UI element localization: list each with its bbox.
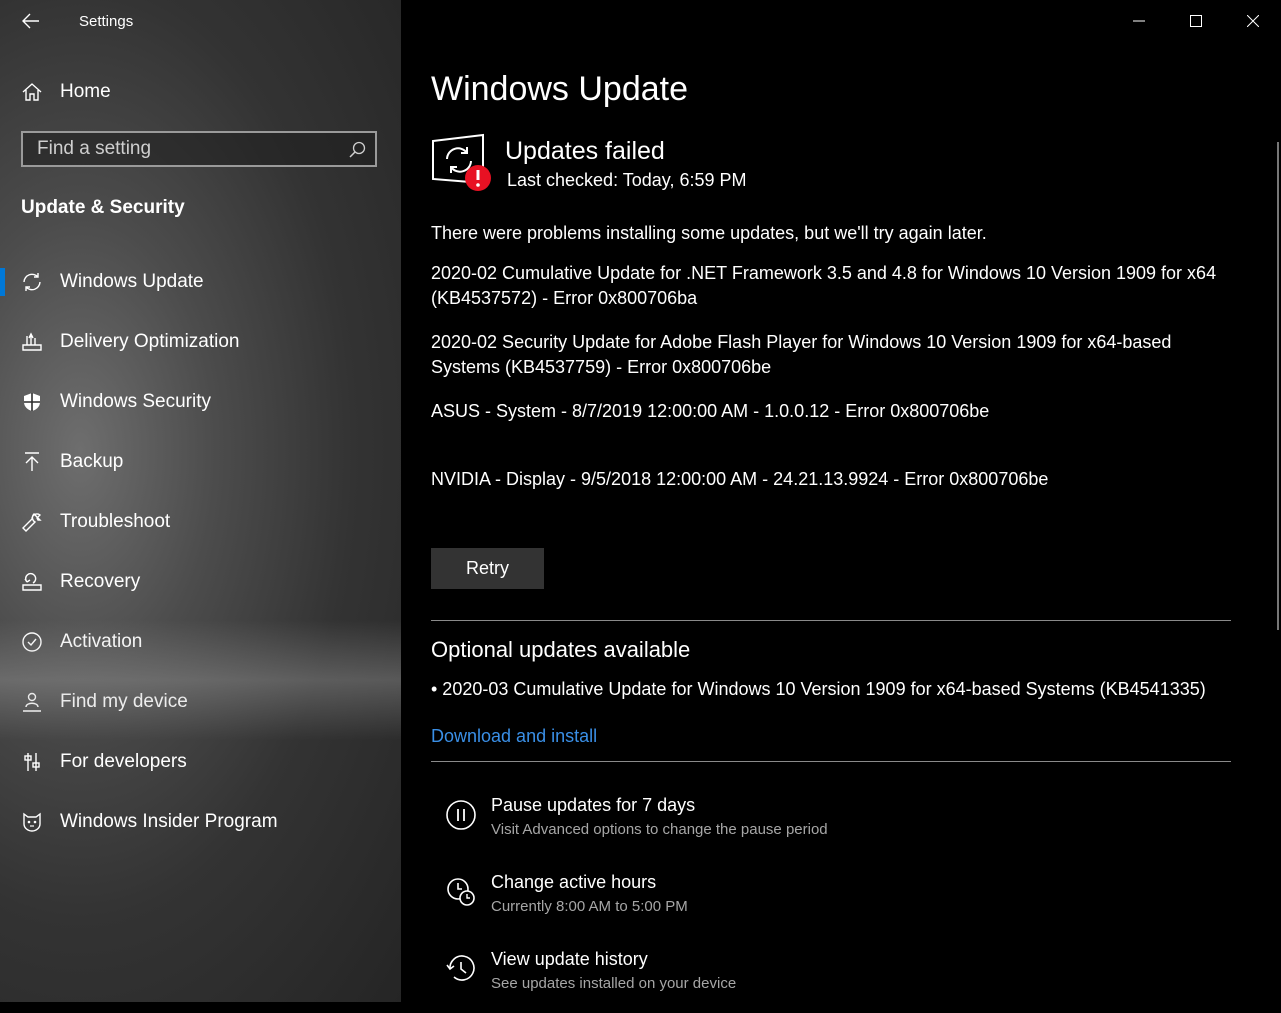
- backup-arrow-icon: [20, 450, 44, 474]
- back-button[interactable]: [16, 8, 46, 34]
- history-icon: [446, 955, 475, 981]
- page-title: Windows Update: [431, 70, 689, 108]
- sidebar: Settings Home Update & Security Windows …: [0, 0, 401, 1002]
- sidebar-item-label: Windows Security: [60, 391, 211, 412]
- download-and-install-link[interactable]: Download and install: [431, 726, 597, 747]
- sidebar-item-windows-update[interactable]: Windows Update: [0, 258, 401, 306]
- change-active-hours-option[interactable]: Change active hours Currently 8:00 AM to…: [445, 872, 1205, 936]
- sidebar-item-backup[interactable]: Backup: [0, 438, 401, 486]
- failed-update-item: ASUS - System - 8/7/2019 12:00:00 AM - 1…: [431, 401, 990, 421]
- shield-icon: [20, 390, 44, 414]
- sync-icon: [20, 270, 44, 294]
- sidebar-item-label: Troubleshoot: [60, 511, 171, 532]
- section-heading: Update & Security: [21, 197, 185, 218]
- retry-button[interactable]: Retry: [431, 548, 544, 589]
- sidebar-item-recovery[interactable]: Recovery: [0, 558, 401, 606]
- search-input[interactable]: [23, 137, 349, 161]
- option-title: Change active hours: [491, 872, 657, 892]
- nav-home[interactable]: Home: [0, 70, 401, 114]
- option-title: Pause updates for 7 days: [491, 795, 696, 815]
- main-content: Windows Update Updates failed Last check…: [401, 0, 1281, 1002]
- sidebar-item-find-my-device[interactable]: Find my device: [0, 678, 401, 726]
- minimize-icon: [1132, 20, 1145, 22]
- pause-icon: [446, 800, 476, 830]
- minimize-button[interactable]: [1110, 0, 1167, 42]
- divider: [431, 620, 1231, 621]
- developer-sliders-icon: [20, 750, 44, 774]
- sidebar-item-for-developers[interactable]: For developers: [0, 738, 401, 786]
- title-bar: Settings: [0, 0, 401, 44]
- option-subtitle: Visit Advanced options to change the pau…: [491, 821, 828, 838]
- option-title: View update history: [491, 949, 648, 969]
- option-subtitle: Currently 8:00 AM to 5:00 PM: [491, 898, 688, 915]
- close-icon: [1246, 15, 1259, 27]
- optional-update-item: • 2020-03 Cumulative Update for Windows …: [431, 679, 1206, 699]
- window-controls: [1110, 0, 1281, 42]
- nav-home-label: Home: [60, 81, 111, 102]
- wrench-icon: [20, 510, 44, 534]
- sidebar-item-troubleshoot[interactable]: Troubleshoot: [0, 498, 401, 546]
- sidebar-item-activation[interactable]: Activation: [0, 618, 401, 666]
- sidebar-item-windows-insider-program[interactable]: Windows Insider Program: [0, 798, 401, 846]
- option-subtitle: See updates installed on your device: [491, 975, 737, 992]
- problem-message: There were problems installing some upda…: [431, 223, 987, 243]
- last-checked-text: Last checked: Today, 6:59 PM: [507, 170, 747, 190]
- delivery-optimization-icon: [20, 330, 44, 354]
- sidebar-item-label: Find my device: [60, 691, 188, 712]
- person-location-icon: [20, 690, 44, 714]
- sidebar-item-label: Backup: [60, 451, 124, 472]
- status-title: Updates failed: [505, 137, 665, 165]
- sidebar-item-label: Windows Insider Program: [60, 811, 278, 832]
- insider-cat-icon: [20, 810, 44, 834]
- close-button[interactable]: [1224, 0, 1281, 42]
- failed-update-item: 2020-02 Cumulative Update for .NET Frame…: [431, 263, 1217, 308]
- sidebar-item-label: Windows Update: [60, 271, 204, 292]
- optional-updates-heading: Optional updates available: [431, 637, 691, 662]
- divider: [431, 761, 1231, 762]
- sidebar-item-label: Delivery Optimization: [60, 331, 240, 352]
- app-title: Settings: [79, 13, 134, 30]
- search-box[interactable]: [21, 131, 377, 167]
- maximize-button[interactable]: [1167, 0, 1224, 42]
- pause-updates-option[interactable]: Pause updates for 7 days Visit Advanced …: [445, 795, 1205, 859]
- active-hours-clock-icon: [447, 878, 475, 906]
- sidebar-item-windows-security[interactable]: Windows Security: [0, 378, 401, 426]
- update-error-icon: [432, 133, 491, 191]
- scrollbar[interactable]: [1277, 142, 1279, 630]
- search-icon[interactable]: [347, 140, 367, 160]
- failed-update-item: NVIDIA - Display - 9/5/2018 12:00:00 AM …: [431, 469, 1049, 489]
- sidebar-item-label: Activation: [60, 631, 143, 652]
- sidebar-item-label: For developers: [60, 751, 187, 772]
- view-update-history-option[interactable]: View update history See updates installe…: [445, 949, 1205, 1013]
- failed-update-item: 2020-02 Security Update for Adobe Flash …: [431, 332, 1172, 377]
- home-icon: [20, 80, 44, 104]
- recovery-icon: [20, 570, 44, 594]
- sidebar-item-delivery-optimization[interactable]: Delivery Optimization: [0, 318, 401, 366]
- check-circle-icon: [20, 630, 44, 654]
- maximize-icon: [1189, 15, 1202, 27]
- sidebar-item-label: Recovery: [60, 571, 141, 592]
- back-arrow-icon: [22, 13, 39, 29]
